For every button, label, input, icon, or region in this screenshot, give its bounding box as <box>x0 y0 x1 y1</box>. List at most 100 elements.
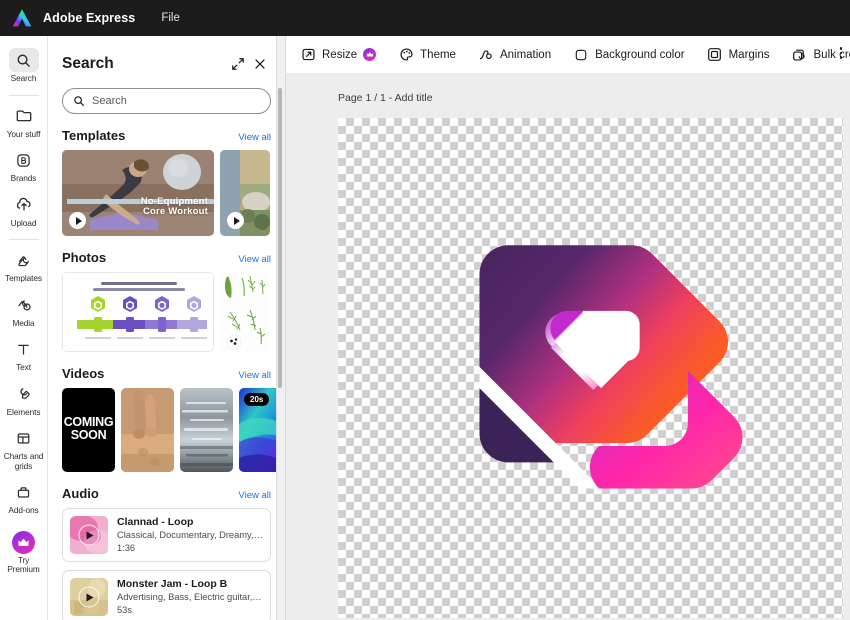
addons-icon <box>9 480 39 504</box>
audio-tags: Classical, Documentary, Dreamy, ... <box>117 530 263 541</box>
section-header: Templates View all <box>48 128 285 143</box>
sidebar-item-label: Search <box>10 73 37 83</box>
text-icon <box>9 337 39 361</box>
video-thumbnail[interactable] <box>121 388 174 472</box>
search-icon <box>8 48 39 72</box>
templates-icon <box>9 248 39 272</box>
sidebar-item-media[interactable]: Media <box>1 289 47 334</box>
search-input[interactable] <box>92 95 260 107</box>
toolbar-animation-button[interactable]: Animation <box>478 47 551 63</box>
audio-artwork <box>70 578 108 616</box>
play-icon[interactable] <box>78 586 100 608</box>
toolbar-label: Resize <box>322 48 358 61</box>
view-all-videos-link[interactable]: View all <box>238 370 271 381</box>
play-icon[interactable] <box>78 524 100 546</box>
panel-scrollbar-thumb[interactable] <box>278 88 282 388</box>
sidebar-item-label: Media <box>12 317 35 328</box>
audio-metadata: Clannad - Loop Classical, Documentary, D… <box>117 516 263 553</box>
media-icon <box>9 293 39 317</box>
toolbar-resize-button[interactable]: Resize <box>300 47 377 63</box>
audio-metadata: Monster Jam - Loop B Advertising, Bass, … <box>117 578 263 615</box>
sidebar-item-label: Charts and grids <box>3 451 44 471</box>
sidebar-item-elements[interactable]: Elements <box>1 378 47 423</box>
search-input-wrapper[interactable] <box>62 88 271 114</box>
canvas-toolbar: Resize Theme Animation Background color … <box>286 36 850 74</box>
margins-icon <box>707 47 723 63</box>
section-title: Videos <box>62 366 105 381</box>
view-all-templates-link[interactable]: View all <box>238 132 271 143</box>
section-videos: Videos View all COMING SOON 20s <box>48 366 285 472</box>
menu-file[interactable]: File <box>161 12 180 24</box>
brands-badge-icon <box>9 148 39 172</box>
toolbar-label: Theme <box>420 48 456 61</box>
app-header: Adobe Express File <box>0 0 850 36</box>
video-thumbnail[interactable] <box>180 388 233 472</box>
charts-grids-icon <box>9 426 39 450</box>
adobe-express-app: Adobe Express File Search Your stuff Bra… <box>0 0 850 620</box>
audio-list-item[interactable]: Monster Jam - Loop B Advertising, Bass, … <box>62 570 271 620</box>
adobe-express-logo-icon[interactable] <box>9 6 35 30</box>
more-vertical-icon[interactable] <box>835 47 847 59</box>
play-icon[interactable] <box>227 212 244 229</box>
resize-icon <box>300 47 316 63</box>
body-row: Search Your stuff Brands Upload Template… <box>0 36 850 620</box>
toolbar-theme-button[interactable]: Theme <box>398 47 456 63</box>
sidebar-item-add-ons[interactable]: Add-ons <box>1 476 47 521</box>
photo-thumbnail[interactable] <box>220 272 270 352</box>
panel-title: Search <box>62 55 114 72</box>
sidebar-item-label: Templates <box>5 273 42 284</box>
video-coming-soon-text: COMING SOON <box>63 415 114 443</box>
sidebar-item-label: Upload <box>10 217 37 228</box>
view-all-photos-link[interactable]: View all <box>238 254 271 265</box>
folder-icon <box>9 104 39 128</box>
search-panel: Search Search Templates View all No-Equi… <box>48 36 286 620</box>
audio-list-item[interactable]: Clannad - Loop Classical, Documentary, D… <box>62 508 271 562</box>
sidebar-item-charts-and-grids[interactable]: Charts and grids <box>1 422 47 476</box>
sidebar-item-your-stuff[interactable]: Your stuff <box>1 100 47 145</box>
sidebar-item-templates[interactable]: Templates <box>1 244 47 289</box>
videos-row: COMING SOON 20s <box>48 388 285 472</box>
left-rail: Search Your stuff Brands Upload Template… <box>0 36 48 620</box>
sidebar-item-text[interactable]: Text <box>1 333 47 378</box>
expand-diagonal-icon[interactable] <box>227 53 249 75</box>
audio-duration: 53s <box>117 604 132 615</box>
rail-divider <box>8 239 39 241</box>
sidebar-item-label: Text <box>16 362 31 373</box>
template-thumbnail[interactable]: No-Equipment Core Workout <box>62 150 214 236</box>
sidebar-item-label: Try Premium <box>7 554 40 575</box>
crown-icon <box>363 48 377 61</box>
background-color-icon <box>573 47 589 63</box>
page-title[interactable]: Page 1 / 1 - Add title <box>338 92 433 104</box>
adobe-express-logo-artwork[interactable] <box>458 226 748 501</box>
section-photos: Photos View all <box>48 250 285 352</box>
section-title: Photos <box>62 250 107 265</box>
view-all-audio-link[interactable]: View all <box>238 490 271 501</box>
audio-tags: Advertising, Bass, Electric guitar, E... <box>117 592 263 603</box>
sidebar-item-label: Add-ons <box>8 505 39 516</box>
audio-duration: 1:36 <box>117 542 136 553</box>
video-thumbnail[interactable]: COMING SOON <box>62 388 115 472</box>
audio-title: Clannad - Loop <box>117 516 194 529</box>
photos-row <box>48 272 285 352</box>
play-icon[interactable] <box>69 212 86 229</box>
toolbar-label: Animation <box>499 48 552 61</box>
sidebar-item-upload[interactable]: Upload <box>1 189 47 234</box>
section-header: Photos View all <box>48 250 285 265</box>
close-icon[interactable] <box>249 53 271 75</box>
canvas-stage[interactable]: Page 1 / 1 - Add title <box>286 74 850 620</box>
toolbar-background-color-button[interactable]: Background color <box>573 47 685 63</box>
sidebar-item-brands[interactable]: Brands <box>1 144 47 189</box>
templates-row: No-Equipment Core Workout <box>48 150 285 236</box>
toolbar-label: Margins <box>728 48 770 61</box>
template-thumbnail[interactable] <box>220 150 270 236</box>
search-panel-header: Search <box>48 36 285 76</box>
sidebar-item-label: Brands <box>10 173 37 184</box>
artboard[interactable] <box>338 118 843 618</box>
sidebar-item-try-premium[interactable]: Try Premium <box>1 527 47 580</box>
section-title: Templates <box>62 128 126 143</box>
photo-thumbnail[interactable] <box>62 272 214 352</box>
audio-title: Monster Jam - Loop B <box>117 578 228 591</box>
sidebar-item-search[interactable]: Search <box>1 44 47 89</box>
toolbar-margins-button[interactable]: Margins <box>707 47 770 63</box>
search-panel-scroll-area: Search Search Templates View all No-Equi… <box>48 36 285 620</box>
